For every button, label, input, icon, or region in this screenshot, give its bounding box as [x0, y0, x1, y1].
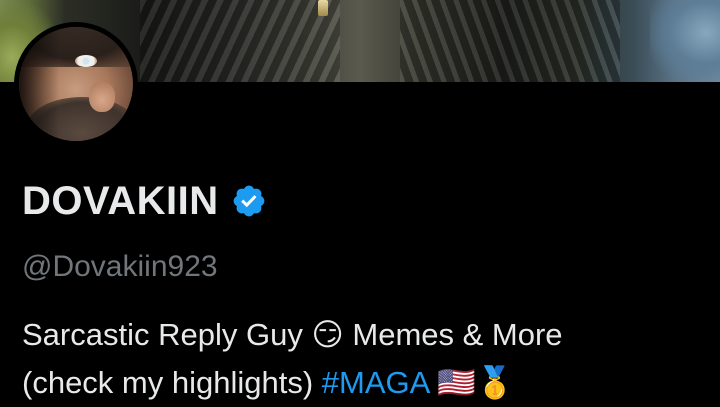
- avatar-photo: [19, 27, 133, 141]
- bio-line-2: (check my highlights) #MAGA 🇺🇸🥇: [22, 365, 515, 401]
- bio-line-1: Sarcastic Reply Guy 😏 Memes & More: [22, 317, 563, 353]
- banner-buckle: [318, 0, 328, 16]
- user-handle: @Dovakiin923: [22, 250, 218, 283]
- verified-badge-icon[interactable]: [231, 183, 267, 219]
- display-name-row: DOVAKIIN: [22, 178, 267, 224]
- gold-medal-emoji: 🥇: [475, 365, 515, 401]
- avatar[interactable]: [14, 22, 138, 146]
- smirk-emoji: 😏: [311, 317, 344, 353]
- profile-bio: Sarcastic Reply Guy 😏 Memes & More (chec…: [22, 311, 712, 407]
- hashtag-link[interactable]: #MAGA: [322, 365, 429, 400]
- display-name: DOVAKIIN: [22, 179, 219, 223]
- banner-fabric-right: [400, 0, 620, 82]
- banner-sky: [650, 0, 720, 82]
- us-flag-emoji: 🇺🇸: [437, 365, 476, 401]
- banner-fabric-left: [140, 0, 340, 82]
